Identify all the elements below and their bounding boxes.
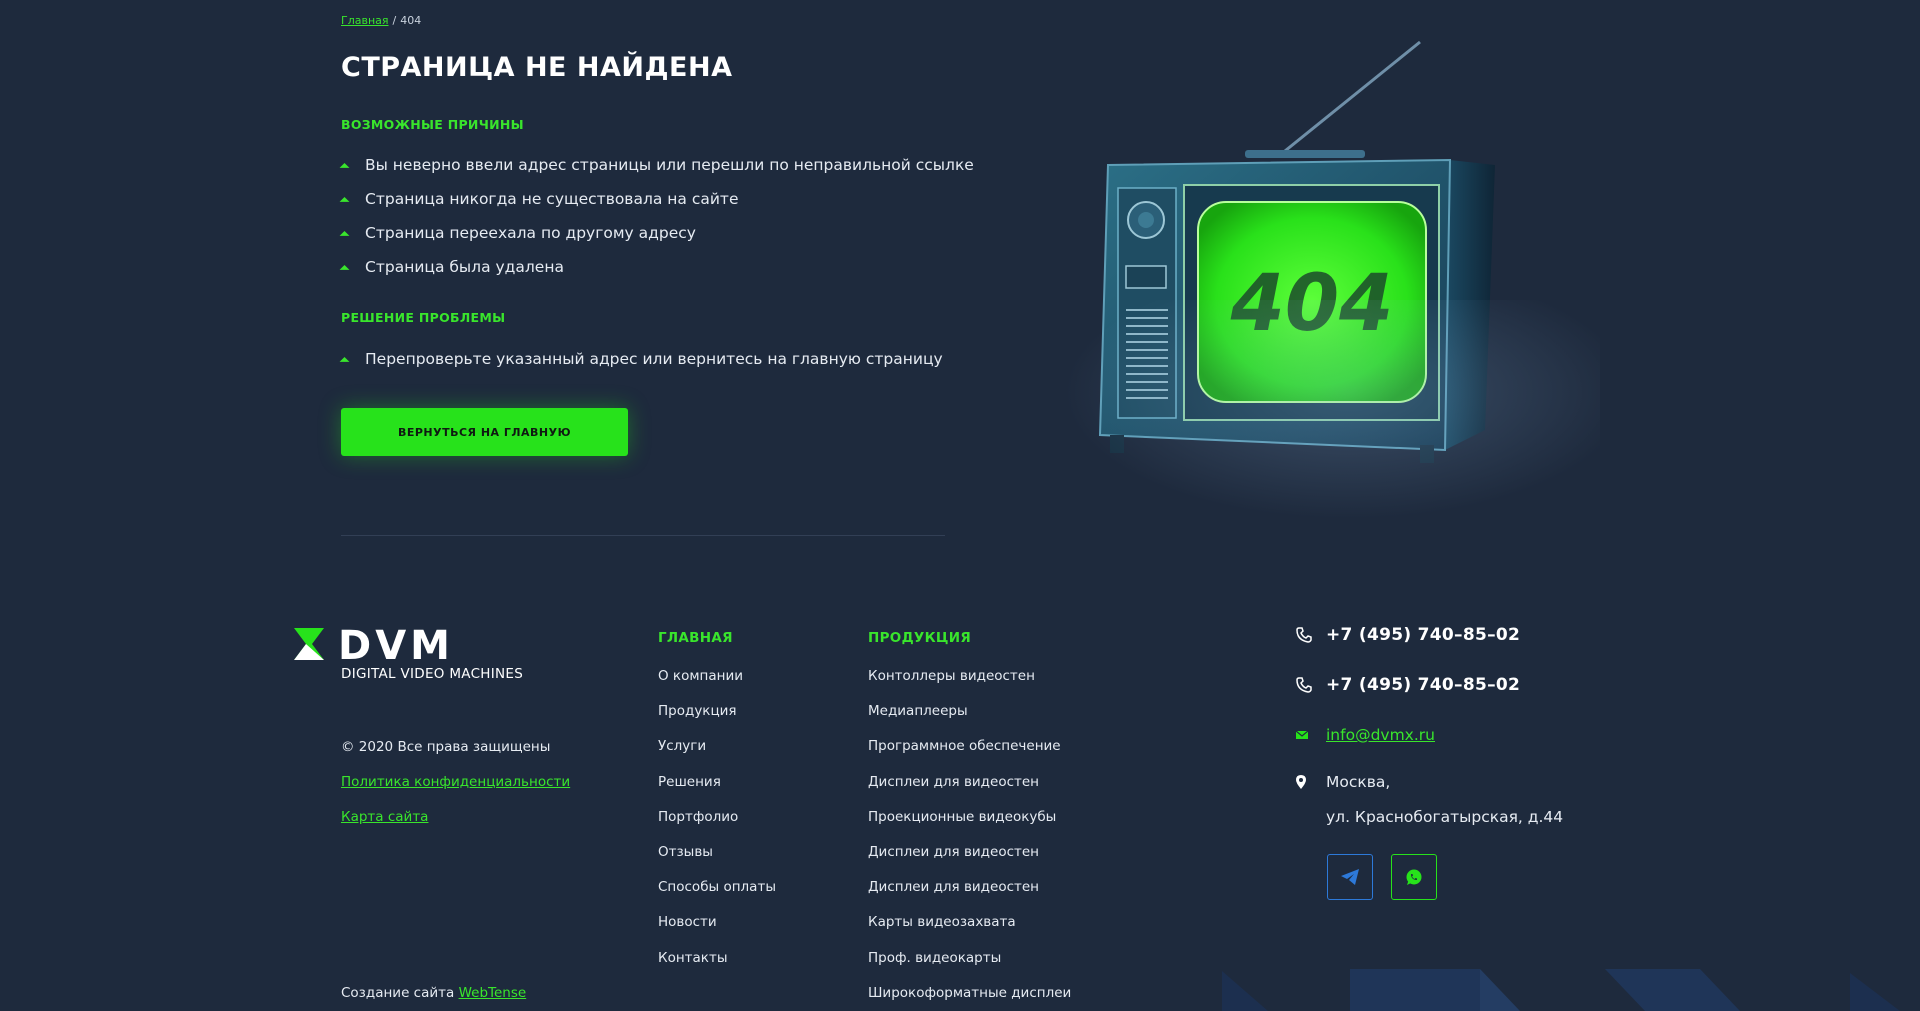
reasons-list: Вы неверно ввели адрес страницы или пере… [339, 152, 974, 288]
footer-products-heading[interactable]: ПРОДУКЦИЯ [868, 630, 971, 646]
list-item: Страница была удалена [339, 254, 974, 288]
footer-product-link[interactable]: Контоллеры видеостен [868, 665, 1071, 700]
footer-link-portfolio[interactable]: Портфолио [658, 806, 776, 841]
contact-phone-2[interactable]: +7 (495) 740–85–02 [1296, 675, 1520, 695]
phone-icon [1296, 627, 1326, 643]
list-item: Перепроверьте указанный адрес или вернит… [339, 346, 943, 380]
logo-subtitle: DIGITAL VIDEO MACHINES [341, 666, 524, 682]
solution-list: Перепроверьте указанный адрес или вернит… [339, 346, 943, 380]
phone-number[interactable]: +7 (495) 740–85–02 [1326, 625, 1520, 645]
contact-email[interactable]: info@dvmx.ru [1296, 726, 1435, 744]
footer-product-link[interactable]: Дисплеи для видеостен [868, 771, 1071, 806]
breadcrumb-separator: / [392, 14, 397, 27]
footer-products-list: Контоллеры видеостен Медиаплееры Програм… [868, 665, 1071, 1011]
reason-text: Вы неверно ввели адрес страницы или пере… [365, 156, 974, 174]
credit-text: Создание сайта [341, 985, 455, 1001]
footer-main-list: О компании Продукция Услуги Решения Порт… [658, 665, 776, 982]
telegram-button[interactable] [1327, 854, 1373, 900]
bullet-icon [339, 196, 350, 207]
footer-product-link[interactable]: Дисплеи для видеостен [868, 876, 1071, 911]
bullet-icon [339, 264, 350, 275]
reason-text: Страница была удалена [365, 258, 564, 276]
webtense-link[interactable]: WebTense [459, 985, 527, 1001]
antenna-icon [1279, 40, 1421, 157]
page-title: СТРАНИЦА НЕ НАЙДЕНА [341, 52, 733, 83]
privacy-policy-link[interactable]: Политика конфиденциальности [341, 774, 570, 790]
email-link[interactable]: info@dvmx.ru [1326, 726, 1435, 744]
list-item: Страница переехала по другому адресу [339, 220, 974, 254]
solution-text: Перепроверьте указанный адрес или вернит… [365, 350, 943, 368]
contact-phone-1[interactable]: +7 (495) 740–85–02 [1296, 625, 1520, 645]
footer-product-link[interactable]: Проф. видеокарты [868, 947, 1071, 982]
footer-main-heading[interactable]: ГЛАВНАЯ [658, 630, 733, 646]
footer-link-solutions[interactable]: Решения [658, 771, 776, 806]
bullet-icon [339, 162, 350, 173]
footer-link-about[interactable]: О компании [658, 665, 776, 700]
footer-link-services[interactable]: Услуги [658, 735, 776, 770]
mail-icon [1296, 730, 1326, 740]
copyright-text: © 2020 Все права защищены [341, 739, 551, 755]
svg-text:DVM: DVM [338, 628, 454, 669]
footer-link-payment[interactable]: Способы оплаты [658, 876, 776, 911]
location-pin-icon [1296, 775, 1326, 789]
breadcrumb-home-link[interactable]: Главная [341, 14, 389, 27]
footer-link-contacts[interactable]: Контакты [658, 947, 776, 982]
footer-link-news[interactable]: Новости [658, 911, 776, 946]
whatsapp-icon [1406, 869, 1422, 885]
breadcrumb: Главная / 404 [341, 14, 421, 27]
footer-product-link[interactable]: Дисплеи для видеостен [868, 841, 1071, 876]
address-line-1: Москва, [1326, 773, 1391, 791]
phone-icon [1296, 677, 1326, 693]
footer-product-link[interactable]: Медиаплееры [868, 700, 1071, 735]
footer-link-products[interactable]: Продукция [658, 700, 776, 735]
footer-product-link[interactable]: Карты видеозахвата [868, 911, 1071, 946]
contact-address-line2: ул. Краснобогатырская, д.44 [1326, 808, 1563, 826]
footer-product-link[interactable]: Широкоформатные дисплеи [868, 982, 1071, 1011]
list-item: Вы неверно ввели адрес страницы или пере… [339, 152, 974, 186]
back-home-button[interactable]: ВЕРНУТЬСЯ НА ГЛАВНУЮ [341, 408, 628, 456]
address-line-2: ул. Краснобогатырская, д.44 [1326, 808, 1564, 826]
site-credit: Создание сайта WebTense [341, 985, 526, 1001]
tv-illustration: 404 [1040, 30, 1600, 550]
decorative-triangles [1222, 969, 1900, 1011]
breadcrumb-current: 404 [400, 14, 422, 27]
phone-number[interactable]: +7 (495) 740–85–02 [1326, 675, 1520, 695]
footer-link-reviews[interactable]: Отзывы [658, 841, 776, 876]
bullet-icon [339, 230, 350, 241]
bullet-icon [339, 356, 350, 367]
whatsapp-button[interactable] [1391, 854, 1437, 900]
footer-product-link[interactable]: Проекционные видеокубы [868, 806, 1071, 841]
sitemap-link[interactable]: Карта сайта [341, 809, 428, 825]
list-item: Страница никогда не существовала на сайт… [339, 186, 974, 220]
reasons-heading: ВОЗМОЖНЫЕ ПРИЧИНЫ [341, 117, 524, 132]
solution-heading: РЕШЕНИЕ ПРОБЛЕМЫ [341, 310, 506, 325]
reason-text: Страница никогда не существовала на сайт… [365, 190, 739, 208]
tv-floor-glow [1040, 300, 1600, 530]
divider [341, 535, 945, 536]
footer-product-link[interactable]: Программное обеспечение [868, 735, 1071, 770]
reason-text: Страница переехала по другому адресу [365, 224, 696, 242]
telegram-icon [1341, 869, 1359, 885]
contact-address: Москва, [1296, 773, 1390, 791]
